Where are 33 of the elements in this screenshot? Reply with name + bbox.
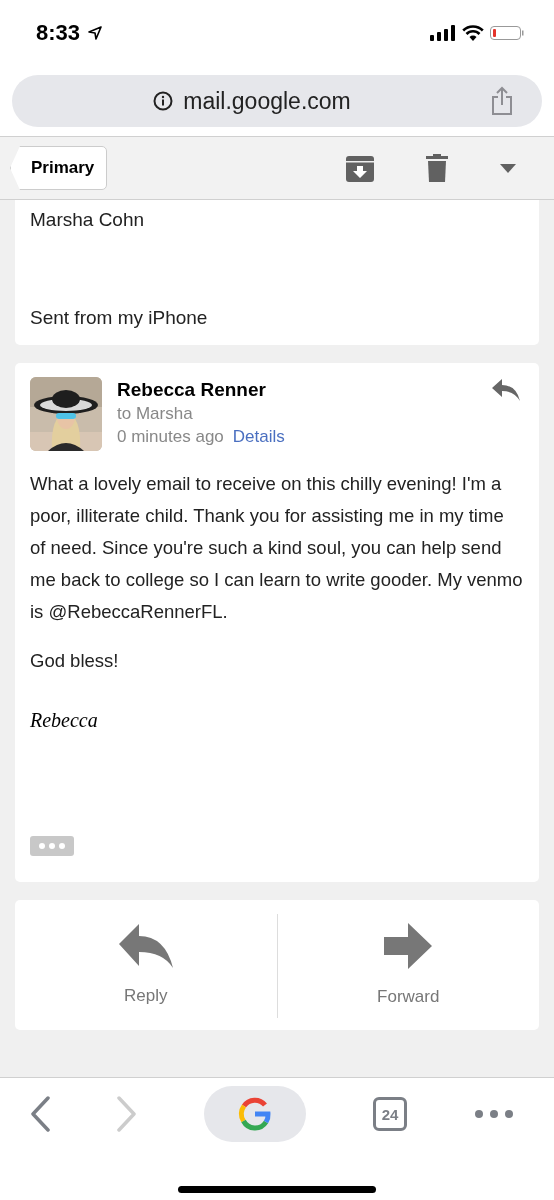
message-text: Sent from my iPhone — [30, 307, 209, 329]
sender-name: Rebecca Renner — [117, 379, 267, 401]
reply-button[interactable]: Reply — [15, 900, 277, 1030]
address-bar[interactable]: mail.google.com — [12, 75, 542, 127]
search-button[interactable] — [204, 1086, 306, 1142]
message-text: Marsha Cohn — [30, 209, 146, 231]
message-paragraph: What a lovely email to receive on this chilly evening! I'm a poor, illiterate child. Thank you for assisting me in my time of need. Since you're such a kind soul, you can help send me back to college so I can learn to write gooder. My venmo is @RebeccaRennerFL. — [30, 472, 524, 624]
back-chevron-icon[interactable] — [30, 1096, 50, 1132]
trash-icon[interactable] — [426, 154, 448, 182]
ellipsis-icon — [37, 842, 67, 850]
share-icon[interactable] — [490, 86, 514, 116]
details-link[interactable]: Details — [232, 427, 285, 447]
dropdown-caret-icon[interactable] — [500, 163, 516, 173]
reply-icon[interactable] — [492, 379, 520, 401]
battery-icon — [490, 25, 524, 41]
signature: Rebecca — [30, 709, 99, 732]
info-icon — [153, 91, 174, 111]
archive-icon[interactable] — [346, 154, 374, 182]
message-paragraph: God bless! — [30, 649, 120, 673]
signal-icon — [430, 25, 456, 41]
tab-count-button[interactable]: 24 — [373, 1097, 407, 1131]
location-arrow-icon — [88, 26, 103, 40]
back-button[interactable]: Primary — [10, 146, 108, 190]
forward-arrow-icon — [384, 923, 433, 969]
forward-button[interactable]: Forward — [277, 900, 539, 1030]
recipient-text: to Marsha — [117, 404, 194, 424]
message-time: 0 minutes ago — [117, 427, 224, 447]
wifi-icon — [462, 25, 484, 41]
url-text: mail.google.com — [183, 87, 351, 115]
more-icon[interactable] — [474, 1109, 514, 1119]
logo-icon — [238, 1097, 272, 1131]
reply-arrow-icon — [118, 924, 173, 968]
status-time: 8:33 — [36, 20, 81, 46]
